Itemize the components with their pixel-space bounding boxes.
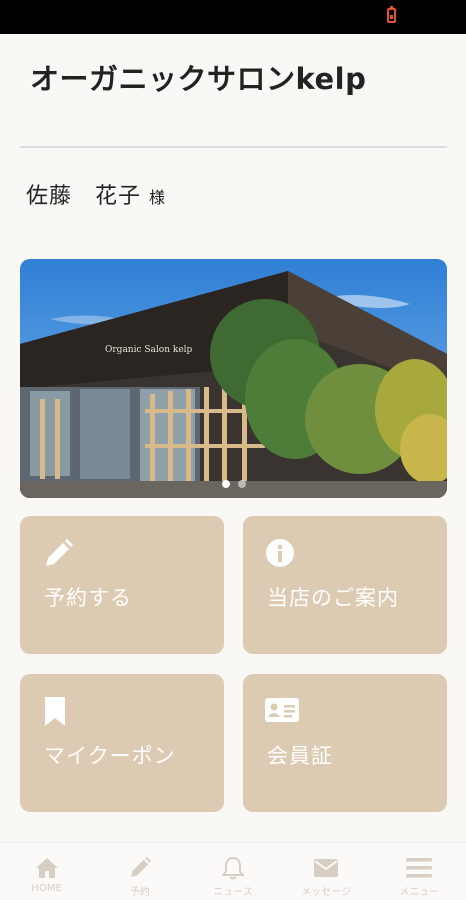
hamburger-icon (405, 855, 433, 881)
customer-honorific: 様 (149, 188, 166, 207)
bottom-nav: HOME 予約 ニュース メッセージ メニュー (0, 842, 466, 900)
nav-item-home[interactable]: HOME (0, 843, 93, 900)
status-bar (0, 0, 466, 34)
pencil-icon (42, 538, 74, 574)
coupon-tile-label: マイクーポン (44, 744, 176, 768)
nav-item-news[interactable]: ニュース (186, 843, 279, 900)
bookmark-icon (42, 696, 68, 732)
carousel-dot[interactable] (237, 480, 246, 488)
member-card-tile[interactable]: 会員証 (243, 674, 447, 812)
nav-label-menu: メニュー (399, 887, 440, 898)
customer-name: 佐藤 花子 (26, 184, 142, 209)
home-icon (33, 855, 61, 881)
reserve-tile[interactable]: 予約する (20, 516, 224, 654)
carousel-indicator (20, 480, 447, 488)
customer-greeting: 佐藤 花子様 (26, 178, 165, 210)
envelope-icon (312, 855, 340, 881)
page-title: オーガニックサロンkelp (30, 62, 367, 96)
info-icon (265, 538, 295, 572)
reserve-tile-label: 予約する (44, 586, 132, 610)
nav-label-messages: メッセージ (301, 887, 352, 898)
nav-item-menu[interactable]: メニュー (373, 843, 466, 900)
salon-storefront-image: Organic Salon kelp (20, 259, 447, 498)
id-card-icon (265, 696, 299, 728)
member-card-tile-label: 会員証 (267, 744, 333, 768)
carousel-dot-active[interactable] (221, 480, 230, 488)
divider (20, 146, 447, 148)
pencil-icon (126, 855, 154, 881)
battery-icon (387, 6, 396, 23)
store-info-tile-label: 当店のご案内 (267, 586, 399, 610)
coupon-tile[interactable]: マイクーポン (20, 674, 224, 812)
nav-label-news: ニュース (213, 887, 253, 898)
storefront-sign: Organic Salon kelp (105, 345, 193, 355)
nav-label-home: HOME (31, 883, 62, 894)
nav-item-messages[interactable]: メッセージ (280, 843, 373, 900)
store-info-tile[interactable]: 当店のご案内 (243, 516, 447, 654)
bell-icon (219, 855, 247, 881)
nav-item-reserve[interactable]: 予約 (93, 843, 186, 900)
hero-carousel[interactable]: Organic Salon kelp (20, 259, 447, 498)
nav-label-reserve: 予約 (129, 887, 150, 898)
